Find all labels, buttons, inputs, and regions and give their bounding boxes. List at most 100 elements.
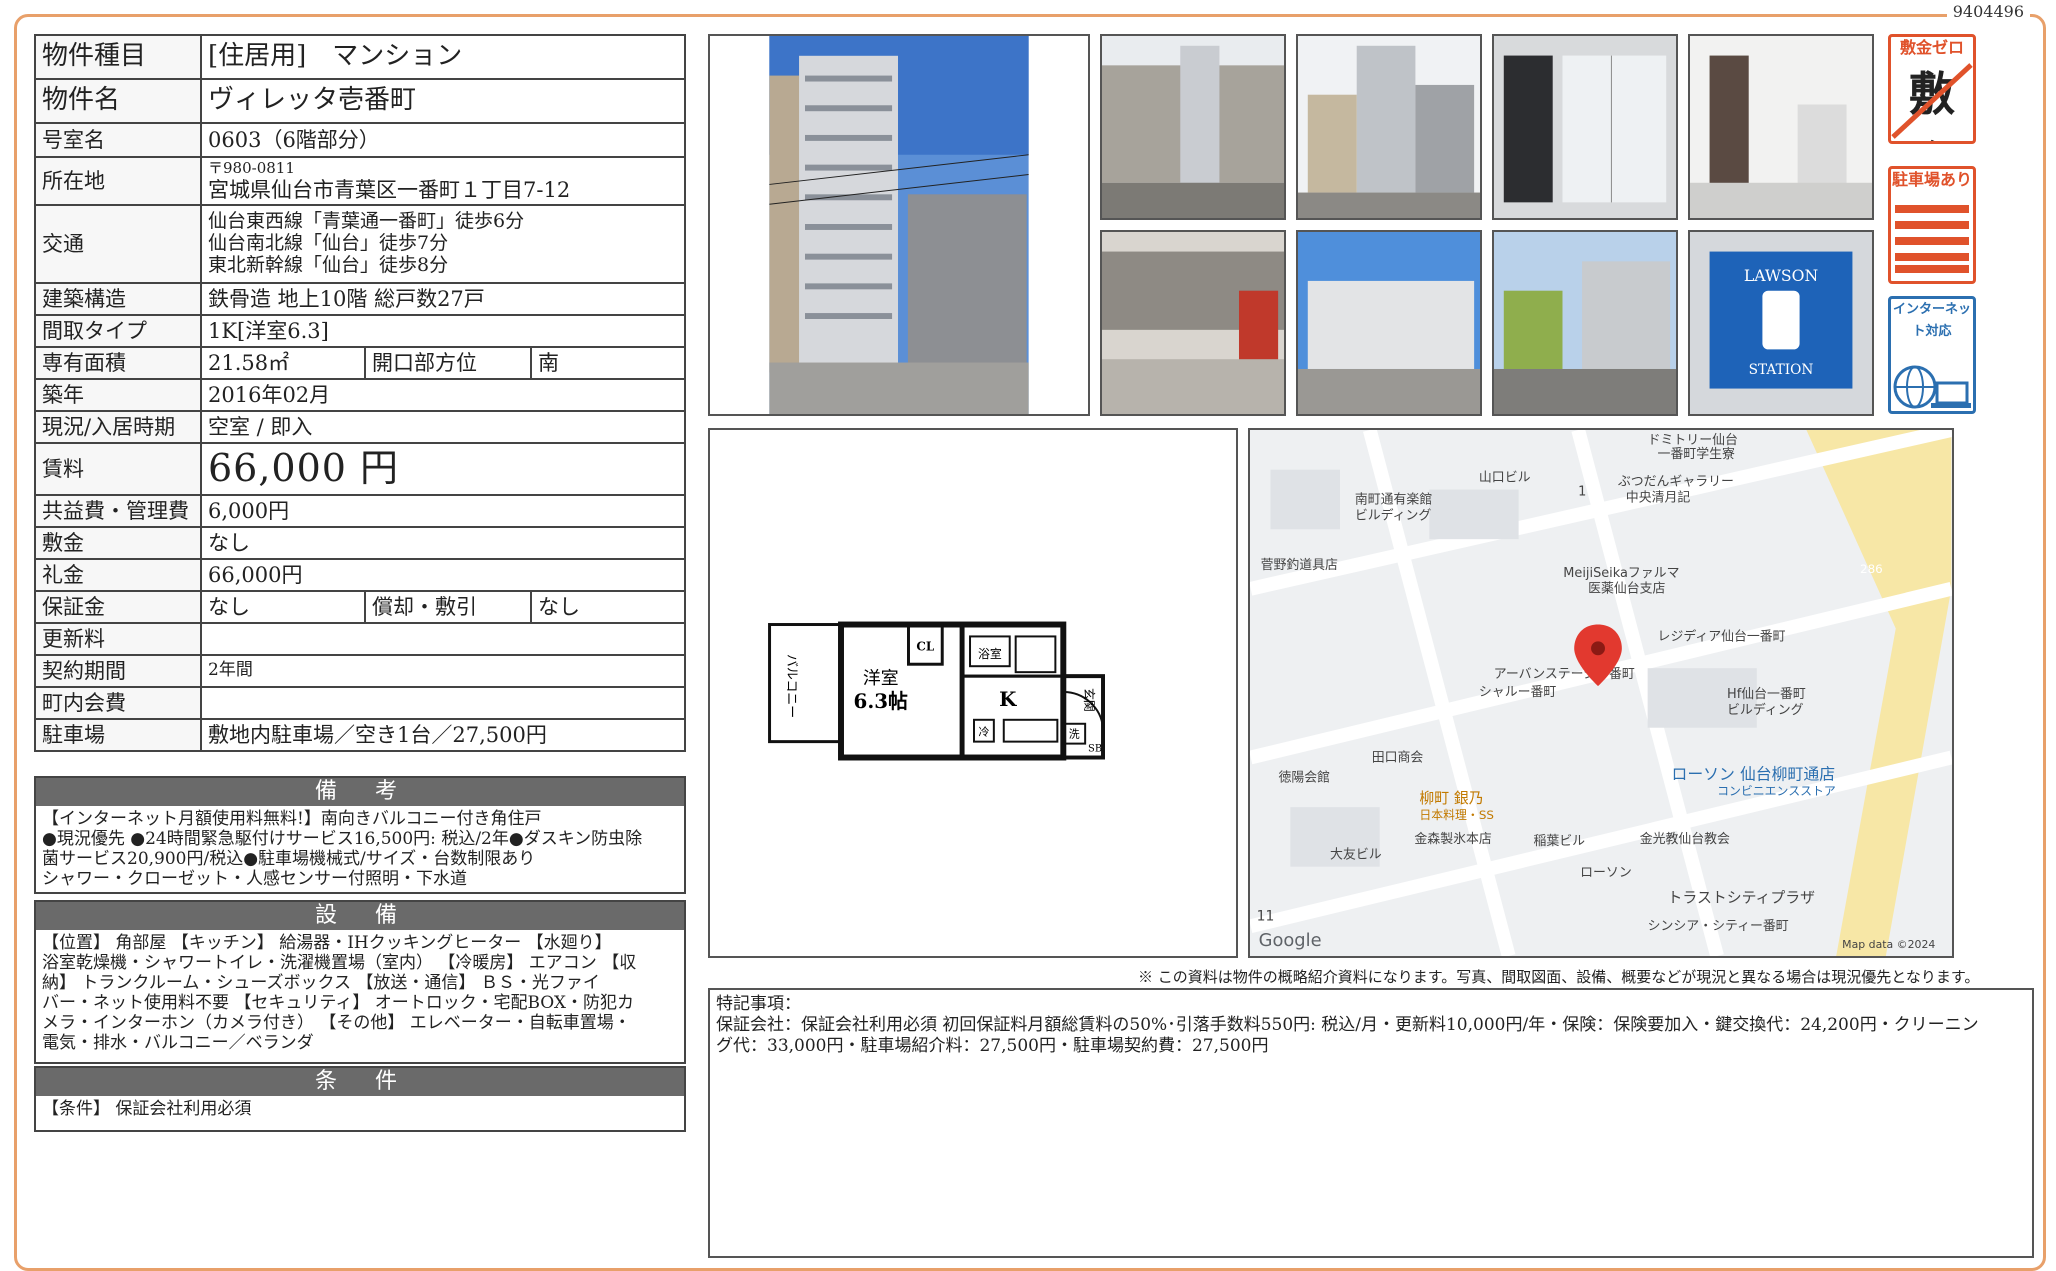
map-label: ローソン <box>1580 866 1632 881</box>
map-label: Hf仙台一番町 <box>1727 687 1806 702</box>
bath-label: 浴室 <box>978 647 1002 661</box>
building-photo-main <box>708 34 1090 416</box>
equipment-line: 浴室乾燥機・シャワートイレ・洗濯機置場（室内） 【冷暖房】 エアコン 【収 <box>42 953 637 973</box>
area-label: 専有面積 <box>34 346 202 380</box>
property-spec-table: 物件種目 [住居用] マンション 物件名 ヴィレッタ壱番町 号室名 0603（6階部分… <box>34 34 686 752</box>
map-label: 大友ビル <box>1330 848 1382 863</box>
amortization-value: なし <box>530 590 686 624</box>
document-id: 9404496 <box>1946 2 2030 21</box>
map-label: 中央清月記 <box>1626 489 1691 505</box>
globe-laptop-icon <box>1893 365 1971 409</box>
parking-available-text: 駐車場あり <box>1891 170 1972 189</box>
map-label: アーバンステージ一番町 <box>1494 667 1635 682</box>
renewal-label: 更新料 <box>34 622 202 656</box>
renewal-value <box>200 622 686 656</box>
remarks-header: 備 考 <box>36 778 684 806</box>
map-label: レジディア仙台一番町 <box>1658 628 1786 644</box>
neighborhood-photo-3 <box>1492 230 1678 416</box>
map-label: 柳町 銀乃 <box>1419 789 1483 807</box>
hallway-photo <box>1688 34 1874 220</box>
entrance-label: 玄関 <box>1082 688 1096 712</box>
conditions-section: 条 件 【条件】 保証会社利用必須 <box>34 1066 686 1132</box>
guarantee-label: 保証金 <box>34 590 202 624</box>
map-label: 菅野釣道具店 <box>1261 557 1338 573</box>
floor-plan: バルコニー 洋室 6.3帖 CL 浴室 K 玄関 冷 洗 SB <box>708 428 1238 958</box>
structure-value: 鉄骨造 地上10階 総戸数27戸 <box>200 282 686 316</box>
map-label: 金森製氷本店 <box>1414 831 1491 847</box>
map-label: 南町通有楽館 <box>1355 491 1432 507</box>
map-label: 田口商会 <box>1372 750 1424 765</box>
map-attribution: Map data ©2024 <box>1842 938 1935 951</box>
lawson-photo: LAWSON STATION <box>1688 230 1874 416</box>
equipment-section: 設 備 【位置】 角部屋 【キッチン】 給湯器・IHクッキングヒーター 【水廻り… <box>34 900 686 1064</box>
equipment-line: 納】 トランクルーム・シューズボックス 【放送・通信】 ＢＳ・光ファイ <box>42 973 600 993</box>
special-notes: 特記事項： 保証会社：保証会社利用必須 初回保証料月額総賃料の50%･引落手数料… <box>708 988 2034 1258</box>
washer-label: 洗 <box>1069 728 1080 741</box>
kitchen-label: K <box>999 687 1017 711</box>
area-value: 21.58㎡ <box>200 346 366 380</box>
map-label: 山口ビル <box>1479 471 1531 486</box>
entrance-photo <box>1492 34 1678 220</box>
neighborhood-photo-1 <box>1100 230 1286 416</box>
town-fee-label: 町内会費 <box>34 686 202 720</box>
neighborhood-photo-2 <box>1296 230 1482 416</box>
contract-label: 契約期間 <box>34 654 202 688</box>
structure-label: 建築構造 <box>34 282 202 316</box>
address-label: 所在地 <box>34 156 202 206</box>
map-label: ビルディング <box>1355 507 1432 523</box>
internet-ready-text: インターネット対応 <box>1892 302 1971 339</box>
layout-value: 1K[洋室6.3] <box>200 314 686 348</box>
traffic-label: 交通 <box>34 204 202 284</box>
cross-mark-icon <box>1891 63 1973 139</box>
map-label: ドミトリー仙台 <box>1648 433 1738 448</box>
remarks-line: 【インターネット月額使用料無料!】南向きバルコニー付き角住戸 <box>42 809 542 829</box>
map-label: 一番町学生寮 <box>1658 446 1735 462</box>
remarks-section: 備 考 【インターネット月額使用料無料!】南向きバルコニー付き角住戸 ●現況優先… <box>34 776 686 894</box>
lawson-sign-text: LAWSON <box>1744 266 1818 285</box>
facing-value: 南 <box>530 346 686 380</box>
disclaimer-text: ※ この資料は物件の概略紹介資料になります。写真、間取図面、設備、概要などが現況… <box>1138 968 1980 986</box>
map-label: 金光教仙台教会 <box>1640 831 1730 847</box>
name-value: ヴィレッタ壱番町 <box>200 78 686 124</box>
fridge-label: 冷 <box>978 726 989 739</box>
remarks-line: シャワー・クローゼット・人感センサー付照明・下水道 <box>42 869 467 889</box>
rent-label: 賃料 <box>34 442 202 496</box>
building-photo-2 <box>1100 34 1286 220</box>
map-label: トラストシティプラザ <box>1667 888 1815 906</box>
equipment-line: 【位置】 角部屋 【キッチン】 給湯器・IHクッキングヒーター 【水廻り】 <box>42 933 612 953</box>
map-canvas[interactable]: ドミトリー仙台 一番町学生寮 山口ビル 1 ぶつだんギャラリー 中央清月記 南町… <box>1250 430 1952 956</box>
built-value: 2016年02月 <box>200 378 686 412</box>
equipment-body: 【位置】 角部屋 【キッチン】 給湯器・IHクッキングヒーター 【水廻り】 浴室… <box>36 930 684 1056</box>
amortization-label: 償却・敷引 <box>364 590 532 624</box>
notes-title: 特記事項： <box>716 994 801 1014</box>
remarks-line: 菌サービス20,900円/税込●駐車場機械式/サイズ・台数制限あり <box>42 849 536 869</box>
traffic-cell: 仙台東西線「青葉通一番町」徒歩6分 仙台南北線「仙台」徒歩7分 東北新幹線「仙台」徒… <box>200 204 686 284</box>
zero-deposit-badge: 敷金ゼロ 敷金 <box>1888 34 1976 144</box>
location-map[interactable]: ドミトリー仙台 一番町学生寮 山口ビル 1 ぶつだんギャラリー 中央清月記 南町… <box>1248 428 1954 958</box>
traffic-line-3: 東北新幹線「仙台」徒歩8分 <box>208 253 449 276</box>
conditions-header: 条 件 <box>36 1068 684 1096</box>
equipment-line: メラ・インターホン（カメラ付き） 【その他】 エレベーター・自転車置場・ <box>42 1013 631 1033</box>
map-label: 1 <box>1578 485 1586 500</box>
western-room-label: 洋室 <box>863 668 899 689</box>
equipment-line: バー・ネット使用料不要 【セキュリティ】 オートロック・宅配BOX・防犯カ <box>42 993 634 1013</box>
parking-badge: 駐車場あり <box>1888 166 1976 284</box>
deposit-label: 敷金 <box>34 526 202 560</box>
map-label: MeijiSeikaファルマ <box>1563 566 1679 581</box>
town-fee-value <box>200 686 686 720</box>
map-label: コンビニエンスストア <box>1717 784 1836 798</box>
key-money-value: 66,000円 <box>200 558 686 592</box>
parking-value: 敷地内駐車場／空き1台／27,500円 <box>200 718 686 752</box>
parking-icon <box>1895 205 1969 273</box>
conditions-body: 【条件】 保証会社利用必須 <box>42 1099 252 1119</box>
name-label: 物件名 <box>34 78 202 124</box>
remarks-line: ●現況優先 ●24時間緊急駆付けサービス16,500円: 税込/2年●ダスキン防… <box>42 829 643 849</box>
map-label: 日本料理・SS <box>1419 808 1494 822</box>
fee-label: 共益費・管理費 <box>34 494 202 528</box>
map-label: 医薬仙台支店 <box>1588 582 1665 597</box>
traffic-line-2: 仙台南北線「仙台」徒歩7分 <box>208 232 449 255</box>
closet-label: CL <box>916 639 934 653</box>
map-label: 286 <box>1860 562 1883 576</box>
map-label: ビルディング <box>1727 702 1804 718</box>
map-label: 稲葉ビル <box>1534 834 1586 849</box>
